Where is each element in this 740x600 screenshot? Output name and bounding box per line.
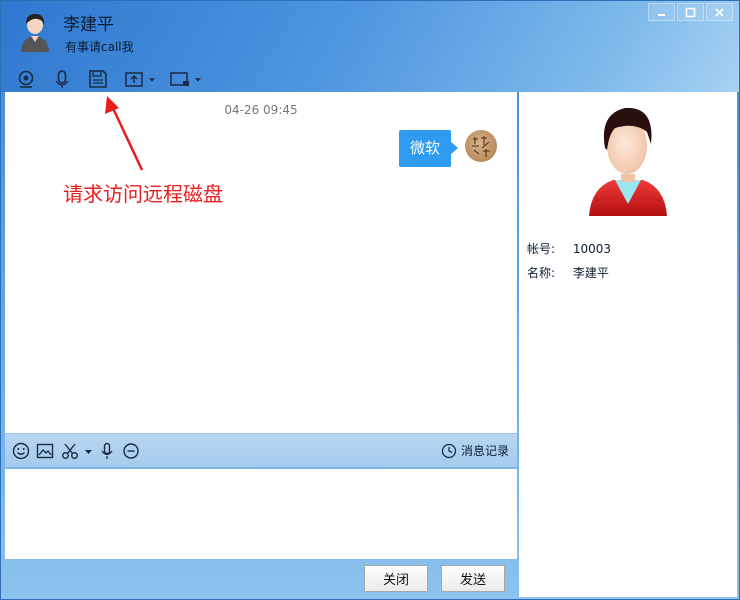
maximize-button[interactable] (677, 3, 704, 21)
voice-message-button[interactable] (97, 441, 117, 461)
microphone-icon (101, 442, 113, 459)
caret-down-icon (84, 449, 92, 454)
emoji-button[interactable] (11, 441, 31, 461)
name-label: 名称: (527, 266, 556, 280)
message-history-button[interactable]: 消息记录 (441, 442, 509, 459)
chat-window: 李建平 有事请call我 04-26 09:45 微软 请求访问远程磁盘 消息记… (0, 0, 740, 600)
screen-share-button[interactable] (169, 67, 191, 91)
close-button[interactable]: 关闭 (364, 565, 428, 592)
image-icon (36, 443, 54, 459)
minus-circle-icon (123, 443, 139, 459)
send-file-button[interactable] (123, 67, 145, 91)
voice-call-button[interactable] (51, 67, 73, 91)
scissors-icon (62, 443, 78, 459)
action-toolbar (15, 67, 215, 91)
camera-icon (18, 70, 34, 88)
account-label: 帐号: (527, 242, 556, 256)
remote-disk-button[interactable] (87, 67, 109, 91)
contact-avatar[interactable] (18, 12, 52, 52)
maximize-icon (685, 7, 696, 17)
clock-icon (441, 443, 457, 458)
annotation-text: 请求访问远程磁盘 (63, 182, 223, 206)
message-area[interactable]: 04-26 09:45 微软 请求访问远程磁盘 (5, 92, 517, 433)
name-row: 名称: 李建平 (527, 264, 609, 281)
input-toolbar: 消息记录 (5, 433, 517, 467)
caret-down-icon (195, 77, 201, 82)
screen-share-icon (170, 72, 189, 86)
screenshot-dropdown[interactable] (83, 441, 93, 461)
account-value: 10003 (572, 242, 612, 256)
calligraphy-avatar-icon (472, 136, 490, 157)
send-button[interactable]: 发送 (441, 565, 505, 592)
message-timestamp: 04-26 09:45 (224, 103, 298, 117)
send-file-dropdown[interactable] (149, 67, 155, 91)
account-row: 帐号: 10003 (527, 240, 611, 257)
caret-down-icon (149, 77, 155, 82)
contact-status: 有事请call我 (65, 40, 134, 54)
screenshot-button[interactable] (60, 441, 80, 461)
video-call-button[interactable] (15, 67, 37, 91)
name-value: 李建平 (572, 266, 609, 280)
window-controls (648, 3, 733, 21)
screen-share-dropdown[interactable] (195, 67, 201, 91)
shake-button[interactable] (121, 441, 141, 461)
contact-profile-avatar (589, 107, 667, 216)
window-header: 李建平 有事请call我 (1, 1, 739, 92)
minimize-icon (658, 13, 665, 16)
close-window-button[interactable] (706, 3, 733, 21)
file-upload-icon (125, 72, 143, 87)
contact-profile-panel: 帐号: 10003 名称: 李建平 (519, 92, 737, 597)
message-bubble[interactable]: 微软 (399, 130, 459, 167)
close-icon (715, 7, 724, 17)
minimize-button[interactable] (648, 3, 675, 21)
contact-name: 李建平 (63, 15, 114, 35)
sender-avatar[interactable] (465, 130, 497, 162)
smiley-icon (12, 442, 30, 460)
image-button[interactable] (35, 441, 55, 461)
floppy-disk-icon (89, 70, 107, 88)
annotation-arrow (105, 96, 144, 171)
microphone-icon (55, 70, 69, 88)
message-input[interactable] (5, 469, 517, 559)
message-history-label: 消息记录 (460, 444, 509, 458)
